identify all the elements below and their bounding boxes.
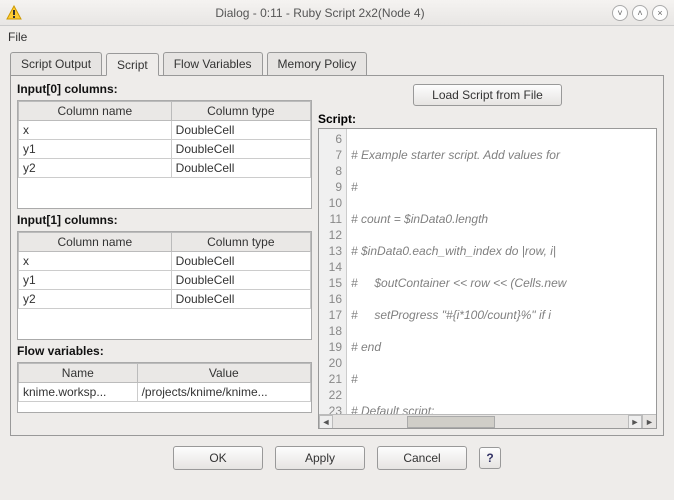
flowvars-table[interactable]: NameValue knime.worksp.../projects/knime… — [18, 363, 311, 402]
table-row: y2DoubleCell — [19, 290, 311, 309]
col-name-header[interactable]: Column name — [19, 102, 172, 121]
scroll-left-icon[interactable]: ◄ — [319, 415, 333, 429]
editor-hscrollbar[interactable]: ◄ ► — [319, 414, 642, 428]
input0-table[interactable]: Column nameColumn type xDoubleCell y1Dou… — [18, 101, 311, 178]
input1-label: Input[1] columns: — [17, 213, 312, 227]
tab-script-output[interactable]: Script Output — [10, 52, 102, 75]
close-icon[interactable]: × — [652, 5, 668, 21]
tab-memory-policy[interactable]: Memory Policy — [267, 52, 368, 75]
menubar: File — [0, 26, 674, 48]
fv-value-header[interactable]: Value — [137, 364, 310, 383]
script-editor[interactable]: 67891011121314151617181920212223 # Examp… — [318, 128, 657, 429]
help-icon: ? — [486, 451, 493, 465]
editor-gutter: 67891011121314151617181920212223 — [319, 129, 347, 414]
app-icon — [6, 5, 22, 21]
minimize-icon[interactable]: ˅ — [612, 5, 628, 21]
input0-label: Input[0] columns: — [17, 82, 312, 96]
ok-button[interactable]: OK — [173, 446, 263, 470]
flowvars-label: Flow variables: — [17, 344, 312, 358]
help-button[interactable]: ? — [479, 447, 501, 469]
menu-file[interactable]: File — [8, 30, 27, 44]
tab-script[interactable]: Script — [106, 53, 159, 76]
tab-flow-variables[interactable]: Flow Variables — [163, 52, 263, 75]
col-type-header[interactable]: Column type — [171, 102, 310, 121]
apply-button[interactable]: Apply — [275, 446, 365, 470]
script-label: Script: — [318, 112, 657, 126]
editor-code[interactable]: # Example starter script. Add values for… — [347, 129, 656, 414]
cancel-button[interactable]: Cancel — [377, 446, 467, 470]
fv-name-header[interactable]: Name — [19, 364, 138, 383]
col-name-header[interactable]: Column name — [19, 233, 172, 252]
scroll-right-icon[interactable]: ► — [628, 415, 642, 429]
dialog-footer: OK Apply Cancel ? — [0, 436, 674, 480]
col-type-header[interactable]: Column type — [171, 233, 310, 252]
scroll-right-end-icon[interactable]: ► — [642, 414, 656, 428]
table-row: xDoubleCell — [19, 252, 311, 271]
scroll-thumb[interactable] — [407, 416, 496, 428]
titlebar: Dialog - 0:11 - Ruby Script 2x2(Node 4) … — [0, 0, 674, 26]
table-row: y1DoubleCell — [19, 271, 311, 290]
table-row: y2DoubleCell — [19, 159, 311, 178]
maximize-icon[interactable]: ˄ — [632, 5, 648, 21]
tabs: Script Output Script Flow Variables Memo… — [10, 52, 664, 76]
input1-table[interactable]: Column nameColumn type xDoubleCell y1Dou… — [18, 232, 311, 309]
table-row: knime.worksp.../projects/knime/knime... — [19, 383, 311, 402]
window-title: Dialog - 0:11 - Ruby Script 2x2(Node 4) — [28, 6, 612, 20]
table-row: y1DoubleCell — [19, 140, 311, 159]
load-script-button[interactable]: Load Script from File — [413, 84, 562, 106]
table-row: xDoubleCell — [19, 121, 311, 140]
